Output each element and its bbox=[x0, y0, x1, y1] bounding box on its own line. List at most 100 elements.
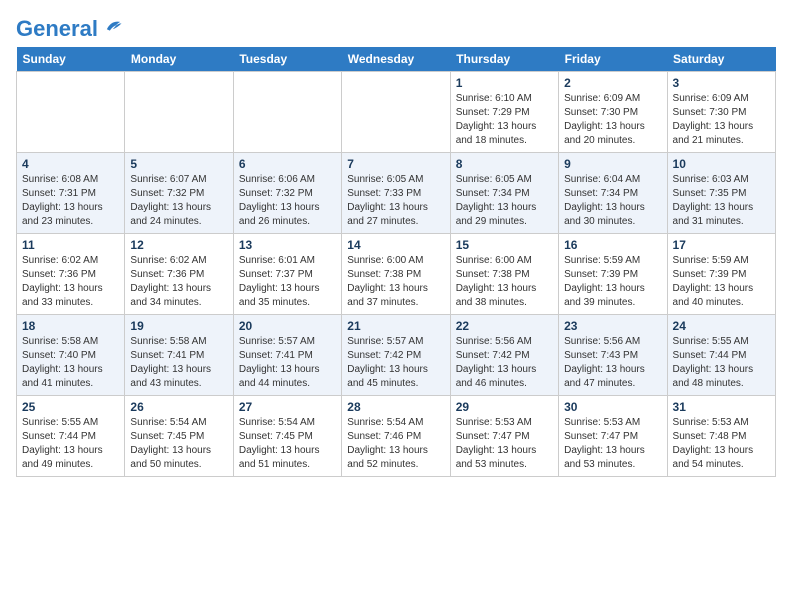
day-number: 1 bbox=[456, 76, 553, 90]
logo: General bbox=[16, 16, 123, 39]
col-header-monday: Monday bbox=[125, 47, 233, 72]
day-info: Sunrise: 5:58 AM Sunset: 7:40 PM Dayligh… bbox=[22, 335, 119, 391]
day-number: 28 bbox=[347, 400, 444, 414]
day-info: Sunrise: 5:54 AM Sunset: 7:45 PM Dayligh… bbox=[239, 416, 336, 472]
calendar-cell: 9 Sunrise: 6:04 AM Sunset: 7:34 PM Daylig… bbox=[559, 153, 667, 234]
col-header-thursday: Thursday bbox=[450, 47, 558, 72]
day-info: Sunrise: 5:57 AM Sunset: 7:41 PM Dayligh… bbox=[239, 335, 336, 391]
calendar-cell: 22 Sunrise: 5:56 AM Sunset: 7:42 PM Dayli… bbox=[450, 315, 558, 396]
day-number: 19 bbox=[130, 319, 227, 333]
calendar-cell: 10 Sunrise: 6:03 AM Sunset: 7:35 PM Dayli… bbox=[667, 153, 775, 234]
calendar-cell: 18 Sunrise: 5:58 AM Sunset: 7:40 PM Dayli… bbox=[17, 315, 125, 396]
day-info: Sunrise: 6:00 AM Sunset: 7:38 PM Dayligh… bbox=[347, 254, 444, 310]
day-number: 9 bbox=[564, 157, 661, 171]
day-info: Sunrise: 6:05 AM Sunset: 7:34 PM Dayligh… bbox=[456, 173, 553, 229]
logo-text: General bbox=[16, 17, 98, 41]
day-info: Sunrise: 6:07 AM Sunset: 7:32 PM Dayligh… bbox=[130, 173, 227, 229]
day-number: 7 bbox=[347, 157, 444, 171]
day-info: Sunrise: 6:02 AM Sunset: 7:36 PM Dayligh… bbox=[22, 254, 119, 310]
day-number: 11 bbox=[22, 238, 119, 252]
day-info: Sunrise: 6:04 AM Sunset: 7:34 PM Dayligh… bbox=[564, 173, 661, 229]
day-info: Sunrise: 5:56 AM Sunset: 7:42 PM Dayligh… bbox=[456, 335, 553, 391]
day-number: 27 bbox=[239, 400, 336, 414]
day-number: 4 bbox=[22, 157, 119, 171]
col-header-saturday: Saturday bbox=[667, 47, 775, 72]
calendar-cell: 30 Sunrise: 5:53 AM Sunset: 7:47 PM Dayli… bbox=[559, 396, 667, 477]
calendar-cell: 23Sunrise: 5:56 AM Sunset: 7:43 PM Dayli… bbox=[559, 315, 667, 396]
day-info: Sunrise: 5:54 AM Sunset: 7:45 PM Dayligh… bbox=[130, 416, 227, 472]
calendar-cell: 31Sunrise: 5:53 AM Sunset: 7:48 PM Dayli… bbox=[667, 396, 775, 477]
calendar-cell: 14 Sunrise: 6:00 AM Sunset: 7:38 PM Dayli… bbox=[342, 234, 450, 315]
col-header-friday: Friday bbox=[559, 47, 667, 72]
day-info: Sunrise: 6:03 AM Sunset: 7:35 PM Dayligh… bbox=[673, 173, 770, 229]
day-info: Sunrise: 5:58 AM Sunset: 7:41 PM Dayligh… bbox=[130, 335, 227, 391]
day-number: 2 bbox=[564, 76, 661, 90]
day-number: 22 bbox=[456, 319, 553, 333]
calendar-cell: 28 Sunrise: 5:54 AM Sunset: 7:46 PM Dayli… bbox=[342, 396, 450, 477]
day-number: 21 bbox=[347, 319, 444, 333]
calendar-cell: 13 Sunrise: 6:01 AM Sunset: 7:37 PM Dayli… bbox=[233, 234, 341, 315]
day-info: Sunrise: 5:57 AM Sunset: 7:42 PM Dayligh… bbox=[347, 335, 444, 391]
calendar-cell: 17Sunrise: 5:59 AM Sunset: 7:39 PM Dayli… bbox=[667, 234, 775, 315]
calendar-cell: 2 Sunrise: 6:09 AM Sunset: 7:30 PM Daylig… bbox=[559, 72, 667, 153]
calendar-cell: 24 Sunrise: 5:55 AM Sunset: 7:44 PM Dayli… bbox=[667, 315, 775, 396]
day-number: 14 bbox=[347, 238, 444, 252]
calendar-cell: 27 Sunrise: 5:54 AM Sunset: 7:45 PM Dayli… bbox=[233, 396, 341, 477]
day-info: Sunrise: 5:59 AM Sunset: 7:39 PM Dayligh… bbox=[564, 254, 661, 310]
day-number: 20 bbox=[239, 319, 336, 333]
calendar-cell bbox=[233, 72, 341, 153]
day-number: 24 bbox=[673, 319, 770, 333]
day-number: 10 bbox=[673, 157, 770, 171]
calendar-cell bbox=[342, 72, 450, 153]
calendar-cell: 16Sunrise: 5:59 AM Sunset: 7:39 PM Dayli… bbox=[559, 234, 667, 315]
day-info: Sunrise: 5:55 AM Sunset: 7:44 PM Dayligh… bbox=[673, 335, 770, 391]
day-number: 25 bbox=[22, 400, 119, 414]
calendar-cell bbox=[17, 72, 125, 153]
calendar-cell: 8 Sunrise: 6:05 AM Sunset: 7:34 PM Daylig… bbox=[450, 153, 558, 234]
day-number: 26 bbox=[130, 400, 227, 414]
day-info: Sunrise: 6:01 AM Sunset: 7:37 PM Dayligh… bbox=[239, 254, 336, 310]
day-number: 15 bbox=[456, 238, 553, 252]
day-info: Sunrise: 6:05 AM Sunset: 7:33 PM Dayligh… bbox=[347, 173, 444, 229]
calendar-cell: 25Sunrise: 5:55 AM Sunset: 7:44 PM Dayli… bbox=[17, 396, 125, 477]
calendar-cell: 29 Sunrise: 5:53 AM Sunset: 7:47 PM Dayli… bbox=[450, 396, 558, 477]
week-row-3: 11 Sunrise: 6:02 AM Sunset: 7:36 PM Dayli… bbox=[17, 234, 776, 315]
day-info: Sunrise: 6:06 AM Sunset: 7:32 PM Dayligh… bbox=[239, 173, 336, 229]
logo-bird-icon bbox=[101, 16, 123, 43]
calendar-cell: 6 Sunrise: 6:06 AM Sunset: 7:32 PM Daylig… bbox=[233, 153, 341, 234]
day-info: Sunrise: 5:59 AM Sunset: 7:39 PM Dayligh… bbox=[673, 254, 770, 310]
calendar-cell: 21 Sunrise: 5:57 AM Sunset: 7:42 PM Dayli… bbox=[342, 315, 450, 396]
day-info: Sunrise: 6:09 AM Sunset: 7:30 PM Dayligh… bbox=[564, 92, 661, 148]
day-number: 29 bbox=[456, 400, 553, 414]
day-number: 13 bbox=[239, 238, 336, 252]
day-number: 6 bbox=[239, 157, 336, 171]
day-number: 3 bbox=[673, 76, 770, 90]
week-row-4: 18 Sunrise: 5:58 AM Sunset: 7:40 PM Dayli… bbox=[17, 315, 776, 396]
calendar-cell: 5 Sunrise: 6:07 AM Sunset: 7:32 PM Daylig… bbox=[125, 153, 233, 234]
day-info: Sunrise: 5:56 AM Sunset: 7:43 PM Dayligh… bbox=[564, 335, 661, 391]
header-row: SundayMondayTuesdayWednesdayThursdayFrid… bbox=[17, 47, 776, 72]
day-number: 30 bbox=[564, 400, 661, 414]
calendar-cell: 26 Sunrise: 5:54 AM Sunset: 7:45 PM Dayli… bbox=[125, 396, 233, 477]
day-info: Sunrise: 6:02 AM Sunset: 7:36 PM Dayligh… bbox=[130, 254, 227, 310]
day-info: Sunrise: 5:54 AM Sunset: 7:46 PM Dayligh… bbox=[347, 416, 444, 472]
calendar-cell: 7 Sunrise: 6:05 AM Sunset: 7:33 PM Daylig… bbox=[342, 153, 450, 234]
page-header: General bbox=[16, 16, 776, 39]
day-info: Sunrise: 6:10 AM Sunset: 7:29 PM Dayligh… bbox=[456, 92, 553, 148]
day-info: Sunrise: 5:53 AM Sunset: 7:47 PM Dayligh… bbox=[456, 416, 553, 472]
day-number: 18 bbox=[22, 319, 119, 333]
day-number: 8 bbox=[456, 157, 553, 171]
col-header-sunday: Sunday bbox=[17, 47, 125, 72]
day-number: 12 bbox=[130, 238, 227, 252]
col-header-wednesday: Wednesday bbox=[342, 47, 450, 72]
day-number: 5 bbox=[130, 157, 227, 171]
col-header-tuesday: Tuesday bbox=[233, 47, 341, 72]
calendar-cell: 1 Sunrise: 6:10 AM Sunset: 7:29 PM Daylig… bbox=[450, 72, 558, 153]
day-number: 31 bbox=[673, 400, 770, 414]
day-info: Sunrise: 5:53 AM Sunset: 7:47 PM Dayligh… bbox=[564, 416, 661, 472]
week-row-1: 1 Sunrise: 6:10 AM Sunset: 7:29 PM Daylig… bbox=[17, 72, 776, 153]
calendar-cell: 11 Sunrise: 6:02 AM Sunset: 7:36 PM Dayli… bbox=[17, 234, 125, 315]
calendar-cell: 20 Sunrise: 5:57 AM Sunset: 7:41 PM Dayli… bbox=[233, 315, 341, 396]
day-info: Sunrise: 6:08 AM Sunset: 7:31 PM Dayligh… bbox=[22, 173, 119, 229]
calendar-cell: 3Sunrise: 6:09 AM Sunset: 7:30 PM Daylig… bbox=[667, 72, 775, 153]
